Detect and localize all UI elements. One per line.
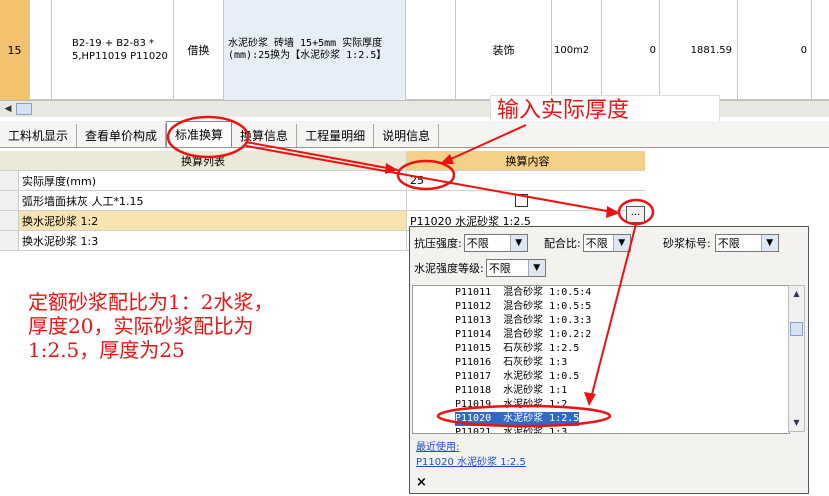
item-highlight-circle: [436, 404, 612, 428]
annotation-overlay: [166, 115, 655, 428]
arrowhead-icon: [584, 392, 596, 406]
arrowhead-icon: [606, 206, 620, 218]
arrowhead-icon: [440, 154, 454, 164]
ellipsis-highlight-circle: [617, 198, 655, 226]
arrow-to-ellipsis: [245, 145, 619, 214]
tab-highlight-circle: [166, 115, 250, 159]
arrow-to-item: [589, 223, 637, 403]
arrow-to-thickness: [245, 141, 399, 171]
arrow-from-callout: [441, 124, 527, 164]
